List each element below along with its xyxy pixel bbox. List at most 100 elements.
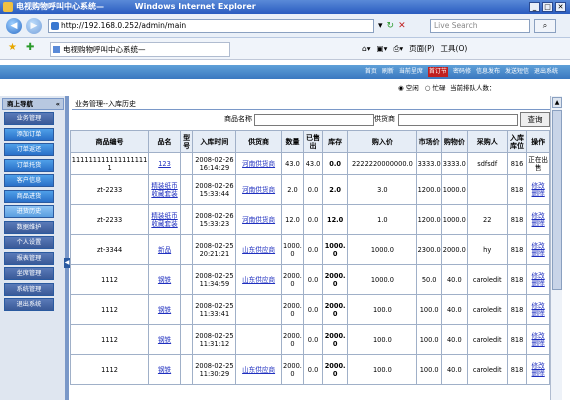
supplier-link[interactable]: 山东供应商 [242,366,275,374]
cell-qty: 43.0 [280,152,305,175]
product-link[interactable]: 123 [158,160,171,168]
search-icon[interactable]: ⌕ [534,19,556,33]
sidebar-item[interactable]: 进货历史 [4,205,54,218]
scroll-thumb[interactable] [552,110,562,290]
sidebar-item[interactable]: 业务管理 [4,112,54,125]
delete-link[interactable]: 删除 [528,309,549,317]
cell-qty: 2000.0 [280,294,305,325]
maximize-button[interactable]: □ [542,2,553,12]
supplier-input[interactable] [398,114,518,126]
cell-model [179,174,194,205]
product-link[interactable]: 精装纸币收藏套装 [151,212,177,228]
close-button[interactable]: ✕ [555,2,566,12]
cell-time: 2008-02-26 15:33:23 [192,204,237,235]
cell-loc: 818 [506,264,528,295]
sidebar-item[interactable]: 退出系统 [4,298,54,311]
sidebar-item[interactable]: 添加订单 [4,127,54,141]
search-input[interactable]: Live Search [430,19,530,33]
page-scrollbar[interactable]: ▲ [550,96,562,400]
cell-stock: 2000.0 [321,324,349,355]
cell-qty: 2000.0 [280,354,305,385]
cell-qty: 1000.0 [280,234,305,265]
cell-time: 2008-02-25 20:21:21 [192,234,237,265]
delete-link[interactable]: 删除 [528,279,549,287]
product-name-input[interactable] [254,114,374,126]
link-publish[interactable]: 信息发布 [476,67,500,77]
link-logout[interactable]: 退出系统 [534,67,558,77]
minimize-button[interactable]: _ [529,2,540,12]
dropdown-icon[interactable]: ▾ [378,19,383,33]
link-sms[interactable]: 发送短信 [505,67,529,77]
table-row: 1112 钢铁 2008-02-25 11:31:12 2000.0 0.0 2000.0… [69,324,550,355]
status-busy-radio[interactable]: ○ 忙碌 [425,81,446,95]
supplier-link[interactable]: 山东供应商 [242,246,275,254]
cell-buyer: caroledit [466,294,508,325]
favorites-star-icon[interactable]: ★ [8,42,17,53]
product-link[interactable]: 钢铁 [158,336,171,344]
table-row: zt-2233 精装纸币收藏套装 2008-02-26 15:33:23 河南供货商 1… [69,204,550,235]
cell-shop: 40.0 [440,354,468,385]
cell-model [179,152,194,175]
stop-icon[interactable]: ✕ [398,19,406,33]
sidebar-item[interactable]: 商品进货 [4,189,54,203]
column-header: 品名 [148,130,181,153]
supplier-link[interactable]: 河南供货商 [242,160,275,168]
collapse-icon[interactable]: « [56,99,60,109]
link-password[interactable]: 密码修 [453,67,471,77]
product-link[interactable]: 新品 [158,246,171,254]
refresh-icon[interactable]: ↻ [387,19,395,33]
home-icon[interactable]: ⌂▾ [362,42,371,56]
delete-link[interactable]: 删除 [528,339,549,347]
sidebar-item[interactable]: 报表管理 [4,251,54,265]
cell-time: 2008-02-25 11:34:59 [192,264,237,295]
sidebar-item[interactable]: 系统管理 [4,282,54,296]
add-favorite-icon[interactable]: ✚ [26,42,34,53]
link-refresh[interactable]: 刷新 [382,67,394,77]
supplier-label: 供货商 [374,115,395,123]
cell-market: 100.0 [416,294,442,325]
cell-qty: 2000.0 [280,324,305,355]
link-home[interactable]: 首页 [365,67,377,77]
supplier-link[interactable]: 河南供货商 [242,186,275,194]
page-icon [51,22,59,30]
supplier-link[interactable]: 山东供应商 [242,276,275,284]
cell-buy: 100.0 [347,294,418,325]
feeds-icon[interactable]: ▣▾ [377,42,388,56]
delete-link[interactable]: 删除 [528,219,549,227]
cell-name: 钢铁 [148,354,181,385]
link-highlight[interactable]: 首订节 [427,67,448,77]
product-link[interactable]: 钢铁 [158,306,171,314]
column-header: 供货商 [235,130,282,153]
sidebar-item[interactable]: 客户信息 [4,174,54,187]
tools-menu[interactable]: 工具(O) [441,42,468,56]
address-field[interactable]: http://192.168.0.252/admin/main [48,19,374,33]
product-link[interactable]: 钢铁 [158,366,171,374]
scroll-up-icon[interactable]: ▲ [552,97,562,108]
cell-code: 1112 [69,294,150,325]
back-icon[interactable]: ◀ [6,18,22,34]
sidebar-item[interactable]: 数据维护 [4,220,54,234]
delete-link[interactable]: 删除 [528,369,549,377]
sidebar-item[interactable]: 订单托货 [4,158,54,172]
delete-link[interactable]: 删除 [528,249,549,257]
sidebar-splitter[interactable] [66,96,69,400]
status-idle-radio[interactable]: ◉ 空闲 [398,81,419,95]
print-icon[interactable]: ⎙▾ [393,42,403,56]
cell-buyer: 22 [466,204,508,235]
cell-supplier [235,324,282,355]
column-header: 入库时间 [192,130,237,153]
sidebar-item[interactable]: 订单返还 [4,143,54,156]
browser-tab[interactable]: 电视购物呼叫中心系统— [50,42,230,57]
product-link[interactable]: 钢铁 [158,276,171,284]
sidebar-item[interactable]: 坐席管理 [4,267,54,280]
sidebar-item[interactable]: 个人设置 [4,236,54,249]
delete-link[interactable]: 删除 [528,189,549,197]
query-button[interactable]: 查询 [520,112,550,127]
cell-model [179,234,194,265]
forward-icon[interactable]: ▶ [26,18,42,34]
page-menu[interactable]: 页面(P) [409,42,434,56]
cell-op: 修改 删除 [526,174,550,205]
link-current-seat[interactable]: 当前呈席 [399,67,423,77]
supplier-link[interactable]: 河南供货商 [242,216,275,224]
product-link[interactable]: 精装纸币收藏套装 [151,182,177,198]
